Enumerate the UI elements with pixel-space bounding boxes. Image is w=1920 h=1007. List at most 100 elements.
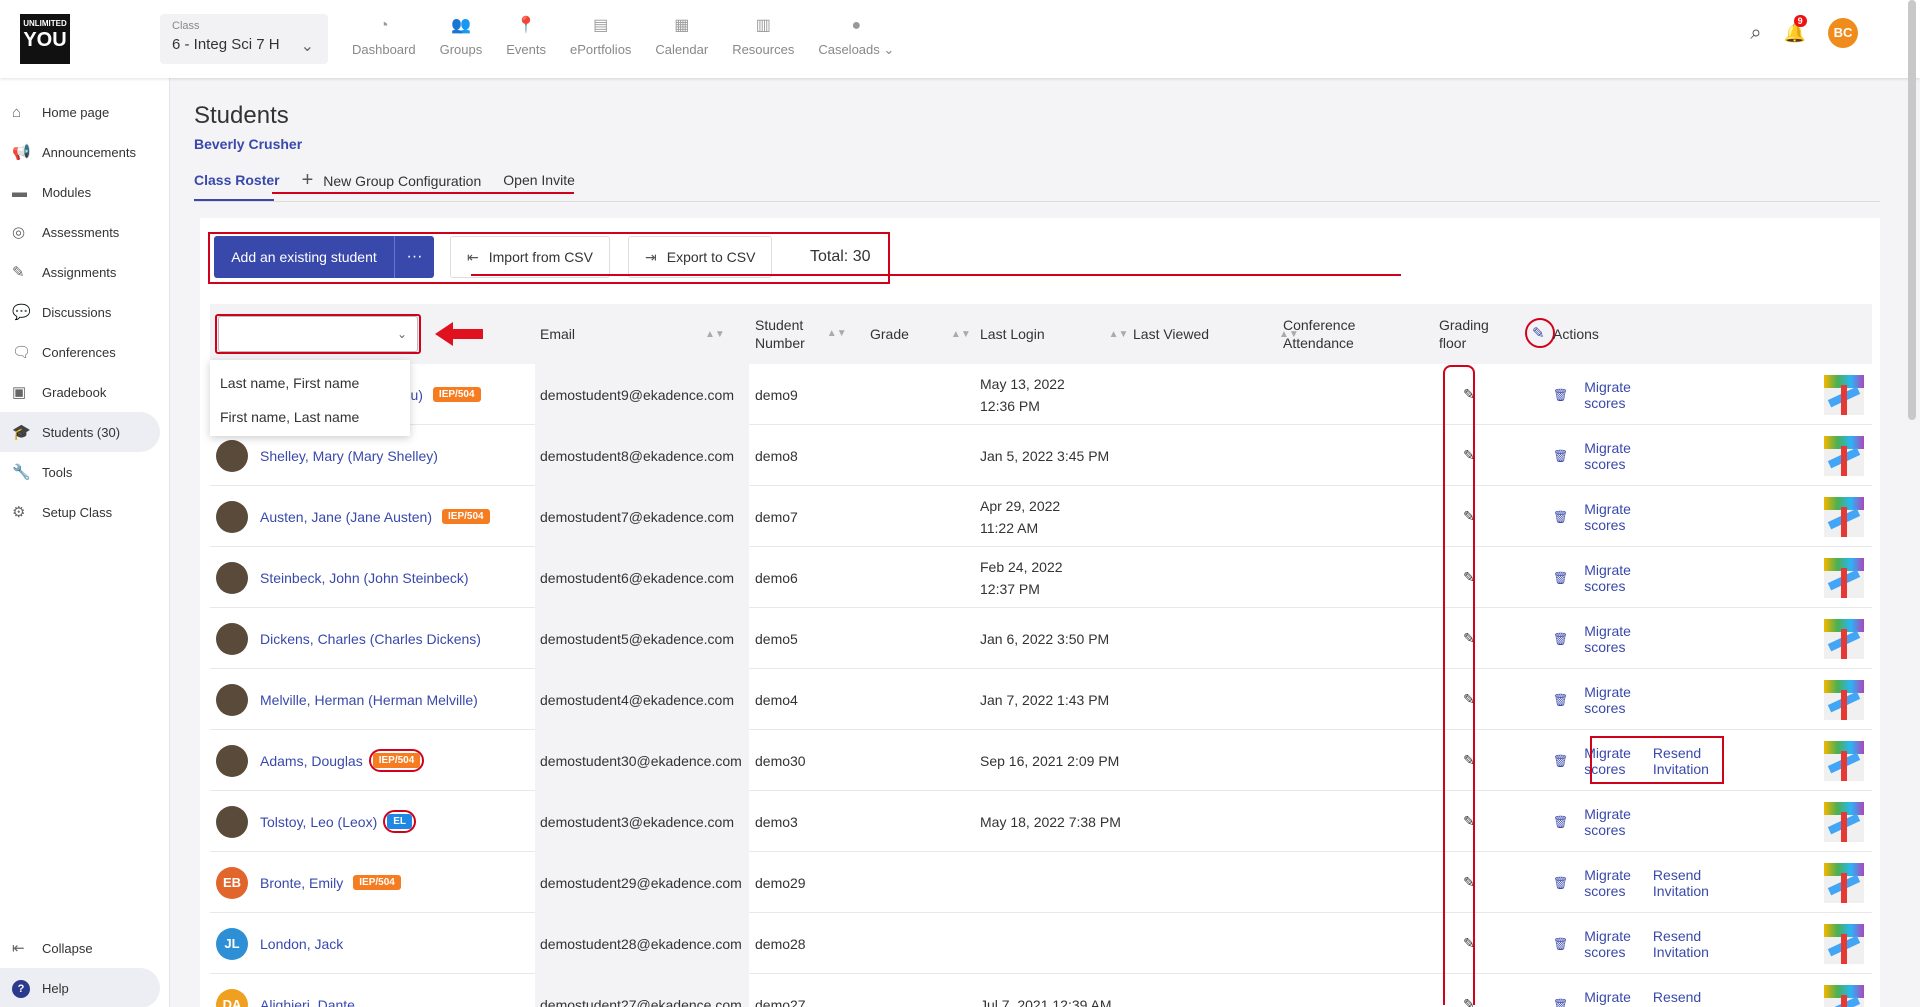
student-thumbnail[interactable] xyxy=(1824,730,1864,791)
thumbnail-image xyxy=(1824,435,1864,476)
student-thumbnail[interactable] xyxy=(1824,547,1864,608)
class-selector[interactable]: Class 6 - Integ Sci 7 H ⌄ xyxy=(160,14,328,64)
header-grade[interactable]: Grade ▲▼ xyxy=(870,304,971,364)
bulk-edit-pencil-icon[interactable]: ✎ xyxy=(1532,324,1545,342)
header-last-viewed[interactable]: Last Viewed ▲▼ xyxy=(1133,304,1299,364)
student-avatar xyxy=(216,805,248,838)
trash-icon[interactable]: 🗑 xyxy=(1553,571,1568,585)
trash-icon[interactable]: 🗑 xyxy=(1553,937,1568,951)
resend-invitation-link[interactable]: ResendInvitation xyxy=(1653,989,1709,1007)
migrate-scores-link[interactable]: Migratescores xyxy=(1584,684,1631,716)
migrate-scores-link[interactable]: Migratescores xyxy=(1584,867,1631,899)
migrate-scores-link[interactable]: Migratescores xyxy=(1584,989,1631,1007)
student-name-link[interactable]: Tolstoy, Leo (Leox) xyxy=(260,814,377,830)
actions-cell: 🗑 Migrate scores xyxy=(1553,364,1631,425)
student-thumbnail[interactable] xyxy=(1824,913,1864,974)
search-icon[interactable]: ⌕ xyxy=(1750,22,1761,45)
header-last-login[interactable]: Last Login ▲▼ xyxy=(980,304,1128,364)
student-thumbnail[interactable] xyxy=(1824,486,1864,547)
page-scrollbar[interactable] xyxy=(1908,0,1916,420)
migrate-scores-link[interactable]: Migratescores xyxy=(1584,928,1631,960)
migrate-scores-link[interactable]: Migratescores xyxy=(1584,379,1631,411)
student-name-link[interactable]: Melville, Herman (Herman Melville) xyxy=(260,692,478,708)
bell-icon[interactable]: 🔔 9 xyxy=(1784,14,1807,44)
student-name-link[interactable]: Austen, Jane (Jane Austen) xyxy=(260,509,432,525)
nav-events[interactable]: 📍 Events xyxy=(494,16,558,58)
sidebar-item-modules[interactable]: ▬ Modules xyxy=(0,172,169,212)
sidebar-item-discussions[interactable]: 💬 Discussions xyxy=(0,292,169,332)
student-name-link[interactable]: Adams, Douglas xyxy=(260,753,363,769)
sidebar-item-assessments[interactable]: ◎ Assessments xyxy=(0,212,169,252)
import-csv-button[interactable]: ⇤ Import from CSV xyxy=(450,236,610,278)
student-thumbnail[interactable] xyxy=(1824,669,1864,730)
student-name-link[interactable]: Bronte, Emily xyxy=(260,875,343,891)
migrate-scores-link[interactable]: Migratescores xyxy=(1584,562,1631,594)
main-nav: ◔ Dashboard 👥 Groups 📍 Events ▤ ePortfolios … xyxy=(340,16,906,58)
student-name-link[interactable]: Shelley, Mary (Mary Shelley) xyxy=(260,448,438,464)
trash-icon[interactable]: 🗑 xyxy=(1553,632,1568,646)
trash-icon[interactable]: 🗑 xyxy=(1553,510,1568,524)
teacher-name[interactable]: Beverly Crusher xyxy=(194,136,302,152)
last-login: Jan 5, 2022 3:45 PM xyxy=(980,447,1110,464)
help-button[interactable]: ? Help xyxy=(0,968,160,1007)
sidebar-item-conferences[interactable]: 🗨 Conferences xyxy=(0,332,169,372)
header-conference-attendance[interactable]: Conference Attendance xyxy=(1283,304,1355,364)
sidebar-item-setup-class[interactable]: ⚙ Setup Class xyxy=(0,492,169,532)
option-last-first[interactable]: Last name, First name xyxy=(210,366,410,400)
tab-new-group-configuration[interactable]: + New Group Configuration xyxy=(302,169,482,192)
header-email[interactable]: Email ▲▼ xyxy=(540,304,725,364)
thumbnail-image xyxy=(1824,923,1864,964)
nav-resources[interactable]: ▥ Resources xyxy=(720,16,806,58)
last-login-time: 11:22 AM xyxy=(980,519,1039,536)
resend-invitation-link[interactable]: ResendInvitation xyxy=(1653,867,1709,899)
nav-eportfolios[interactable]: ▤ ePortfolios xyxy=(558,16,643,58)
nav-calendar[interactable]: ▦ Calendar xyxy=(643,16,720,58)
resources-icon: ▥ xyxy=(755,17,771,34)
migrate-scores-link[interactable]: Migratescores xyxy=(1584,440,1631,472)
nav-dashboard[interactable]: ◔ Dashboard xyxy=(340,16,428,58)
export-csv-button[interactable]: ⇥ Export to CSV xyxy=(628,236,773,278)
sidebar-item-announcements[interactable]: 📢 Announcements xyxy=(0,132,169,172)
sidebar-item-students[interactable]: 🎓 Students (30) xyxy=(0,412,160,452)
student-thumbnail[interactable] xyxy=(1824,852,1864,913)
add-existing-student-button[interactable]: Add an existing student xyxy=(214,236,394,278)
student-thumbnail[interactable] xyxy=(1824,425,1864,486)
sidebar-item-gradebook[interactable]: ▣ Gradebook xyxy=(0,372,169,412)
more-options-button[interactable]: ··· xyxy=(394,236,434,278)
student-thumbnail[interactable] xyxy=(1824,791,1864,852)
student-name-link[interactable]: London, Jack xyxy=(260,936,343,952)
sidebar-item-home[interactable]: ⌂ Home page xyxy=(0,92,169,132)
tab-open-invite[interactable]: Open Invite xyxy=(503,172,575,188)
trash-icon[interactable]: 🗑 xyxy=(1553,876,1568,890)
collapse-button[interactable]: ⇤ Collapse xyxy=(0,928,170,968)
student-name-link[interactable]: Dickens, Charles (Charles Dickens) xyxy=(260,631,481,647)
trash-icon[interactable]: 🗑 xyxy=(1553,449,1568,463)
migrate-scores-link[interactable]: Migratescores xyxy=(1584,501,1631,533)
tab-class-roster[interactable]: Class Roster xyxy=(194,172,280,188)
nav-groups[interactable]: 👥 Groups xyxy=(428,16,495,58)
nav-caseloads[interactable]: ● Caseloads ⌄ xyxy=(806,16,906,58)
student-thumbnail[interactable] xyxy=(1824,608,1864,669)
migrate-scores-link[interactable]: Migratescores xyxy=(1584,806,1631,838)
student-avatar xyxy=(216,744,248,777)
resend-invitation-link[interactable]: ResendInvitation xyxy=(1653,928,1709,960)
migrate-scores-link[interactable]: Migratescores xyxy=(1584,623,1631,655)
trash-icon[interactable]: 🗑 xyxy=(1553,815,1568,829)
header-student-number[interactable]: Student Number ▲▼ xyxy=(755,304,847,364)
header-grading-floor[interactable]: Grading floor xyxy=(1439,304,1489,364)
student-name-link[interactable]: Alighieri, Dante xyxy=(260,997,355,1007)
student-name-link[interactable]: Steinbeck, John (John Steinbeck) xyxy=(260,570,469,586)
nav-label: Calendar xyxy=(655,42,709,57)
student-thumbnail[interactable] xyxy=(1824,364,1864,425)
trash-icon[interactable]: 🗑 xyxy=(1553,388,1568,402)
user-avatar[interactable]: BC xyxy=(1828,18,1858,48)
option-first-last[interactable]: First name, Last name xyxy=(210,400,410,434)
trash-icon[interactable]: 🗑 xyxy=(1553,693,1568,707)
trash-icon[interactable]: 🗑 xyxy=(1553,754,1568,768)
sidebar-item-tools[interactable]: 🔧 Tools xyxy=(0,452,169,492)
table-row: Adams, Douglas IEP/504 demostudent30@eka… xyxy=(210,730,1872,791)
trash-icon[interactable]: 🗑 xyxy=(1553,998,1568,1007)
sidebar-item-assignments[interactable]: ✎ Assignments xyxy=(0,252,169,292)
app-logo[interactable]: UNLIMITED YOU xyxy=(20,14,70,64)
student-thumbnail[interactable] xyxy=(1824,974,1864,1007)
